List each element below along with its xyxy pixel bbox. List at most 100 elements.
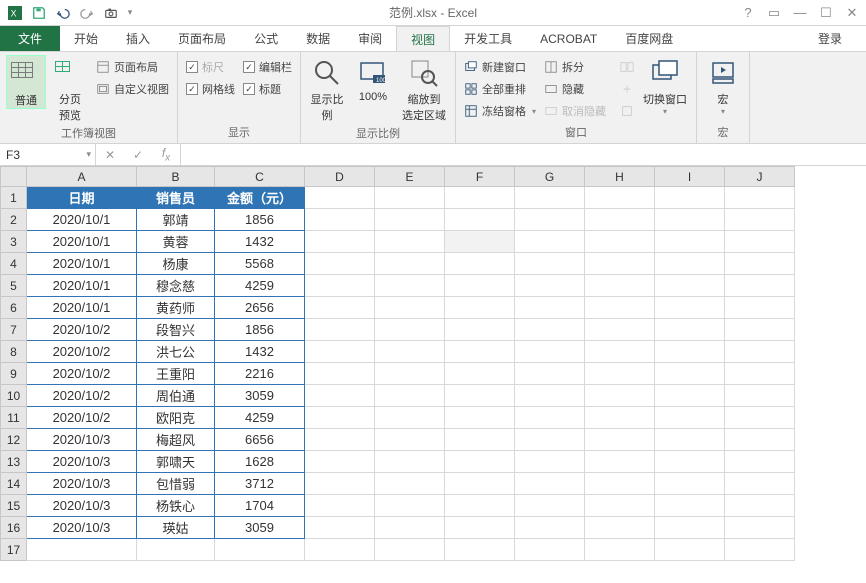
cell[interactable]: 2216	[215, 363, 305, 385]
enter-icon[interactable]: ✓	[124, 148, 152, 162]
cell[interactable]	[305, 319, 375, 341]
cell[interactable]	[445, 429, 515, 451]
cell[interactable]: 2656	[215, 297, 305, 319]
tab-formula[interactable]: 公式	[240, 26, 292, 51]
cell[interactable]	[655, 319, 725, 341]
cell[interactable]	[375, 341, 445, 363]
row-header[interactable]: 5	[1, 275, 27, 297]
cell[interactable]: 穆念慈	[137, 275, 215, 297]
macros-button[interactable]: 宏▾	[703, 55, 743, 116]
ribbon-display-icon[interactable]: ▭	[764, 5, 784, 21]
column-header[interactable]: B	[137, 167, 215, 187]
login-link[interactable]: 登录	[804, 26, 856, 51]
cell[interactable]	[375, 253, 445, 275]
row-header[interactable]: 15	[1, 495, 27, 517]
cell[interactable]	[445, 253, 515, 275]
close-icon[interactable]: ✕	[842, 5, 862, 21]
cell[interactable]	[585, 407, 655, 429]
cell[interactable]	[515, 495, 585, 517]
cell[interactable]	[445, 341, 515, 363]
cell[interactable]	[655, 275, 725, 297]
cell[interactable]	[375, 209, 445, 231]
headings-checkbox[interactable]: ✓标题	[241, 79, 294, 99]
cell[interactable]	[515, 407, 585, 429]
arrange-all-button[interactable]: 全部重排	[462, 79, 538, 99]
cell[interactable]	[585, 231, 655, 253]
cell[interactable]	[445, 385, 515, 407]
column-header[interactable]: G	[515, 167, 585, 187]
cell[interactable]	[725, 231, 795, 253]
tab-home[interactable]: 开始	[60, 26, 112, 51]
cell[interactable]: 3712	[215, 473, 305, 495]
row-header[interactable]: 7	[1, 319, 27, 341]
excel-icon[interactable]: X	[4, 2, 26, 24]
camera-icon[interactable]	[100, 2, 122, 24]
cell[interactable]	[725, 341, 795, 363]
cell[interactable]	[655, 451, 725, 473]
cell[interactable]	[305, 275, 375, 297]
cell[interactable]: 段智兴	[137, 319, 215, 341]
cell[interactable]	[585, 473, 655, 495]
cell[interactable]	[585, 517, 655, 539]
cell[interactable]	[375, 363, 445, 385]
cell[interactable]	[375, 429, 445, 451]
tab-acrobat[interactable]: ACROBAT	[526, 26, 611, 51]
cell[interactable]	[655, 187, 725, 209]
cell[interactable]	[445, 517, 515, 539]
cell[interactable]	[305, 407, 375, 429]
cell[interactable]	[305, 473, 375, 495]
cell[interactable]	[585, 451, 655, 473]
cell[interactable]	[655, 253, 725, 275]
cell[interactable]: 1704	[215, 495, 305, 517]
switch-windows-button[interactable]: 切换窗口▾	[640, 55, 690, 116]
cell[interactable]	[585, 539, 655, 561]
tab-page-layout[interactable]: 页面布局	[164, 26, 240, 51]
sync-scroll-button[interactable]	[618, 79, 636, 99]
cell[interactable]	[725, 187, 795, 209]
maximize-icon[interactable]: ☐	[816, 5, 836, 21]
hide-button[interactable]: 隐藏	[542, 79, 608, 99]
row-header[interactable]: 13	[1, 451, 27, 473]
cell[interactable]	[305, 539, 375, 561]
cell[interactable]	[585, 275, 655, 297]
row-header[interactable]: 3	[1, 231, 27, 253]
cell[interactable]: 王重阳	[137, 363, 215, 385]
column-header[interactable]: A	[27, 167, 137, 187]
row-header[interactable]: 10	[1, 385, 27, 407]
cell[interactable]	[585, 187, 655, 209]
row-header[interactable]: 14	[1, 473, 27, 495]
cell[interactable]	[655, 297, 725, 319]
cell[interactable]	[585, 385, 655, 407]
cell[interactable]	[585, 253, 655, 275]
cell[interactable]	[305, 341, 375, 363]
cell[interactable]	[585, 363, 655, 385]
cell[interactable]: 杨康	[137, 253, 215, 275]
column-header[interactable]: I	[655, 167, 725, 187]
zoom-selection-button[interactable]: 缩放到 选定区域	[399, 55, 449, 123]
cell[interactable]: 2020/10/2	[27, 363, 137, 385]
cell[interactable]	[375, 539, 445, 561]
tab-developer[interactable]: 开发工具	[450, 26, 526, 51]
cell[interactable]	[375, 451, 445, 473]
cell[interactable]	[515, 187, 585, 209]
cell[interactable]: 2020/10/2	[27, 319, 137, 341]
cell[interactable]	[445, 297, 515, 319]
cell[interactable]	[725, 407, 795, 429]
row-header[interactable]: 2	[1, 209, 27, 231]
cell[interactable]	[725, 451, 795, 473]
minimize-icon[interactable]: —	[790, 5, 810, 20]
cell[interactable]	[585, 341, 655, 363]
row-header[interactable]: 9	[1, 363, 27, 385]
cell[interactable]: 3059	[215, 385, 305, 407]
cell[interactable]	[305, 297, 375, 319]
row-header[interactable]: 1	[1, 187, 27, 209]
cell[interactable]	[585, 429, 655, 451]
cell[interactable]	[585, 495, 655, 517]
cell[interactable]	[445, 495, 515, 517]
cell[interactable]	[305, 253, 375, 275]
cell[interactable]	[655, 495, 725, 517]
cell[interactable]	[515, 231, 585, 253]
cell[interactable]	[725, 253, 795, 275]
cell[interactable]	[375, 319, 445, 341]
cell[interactable]	[655, 385, 725, 407]
